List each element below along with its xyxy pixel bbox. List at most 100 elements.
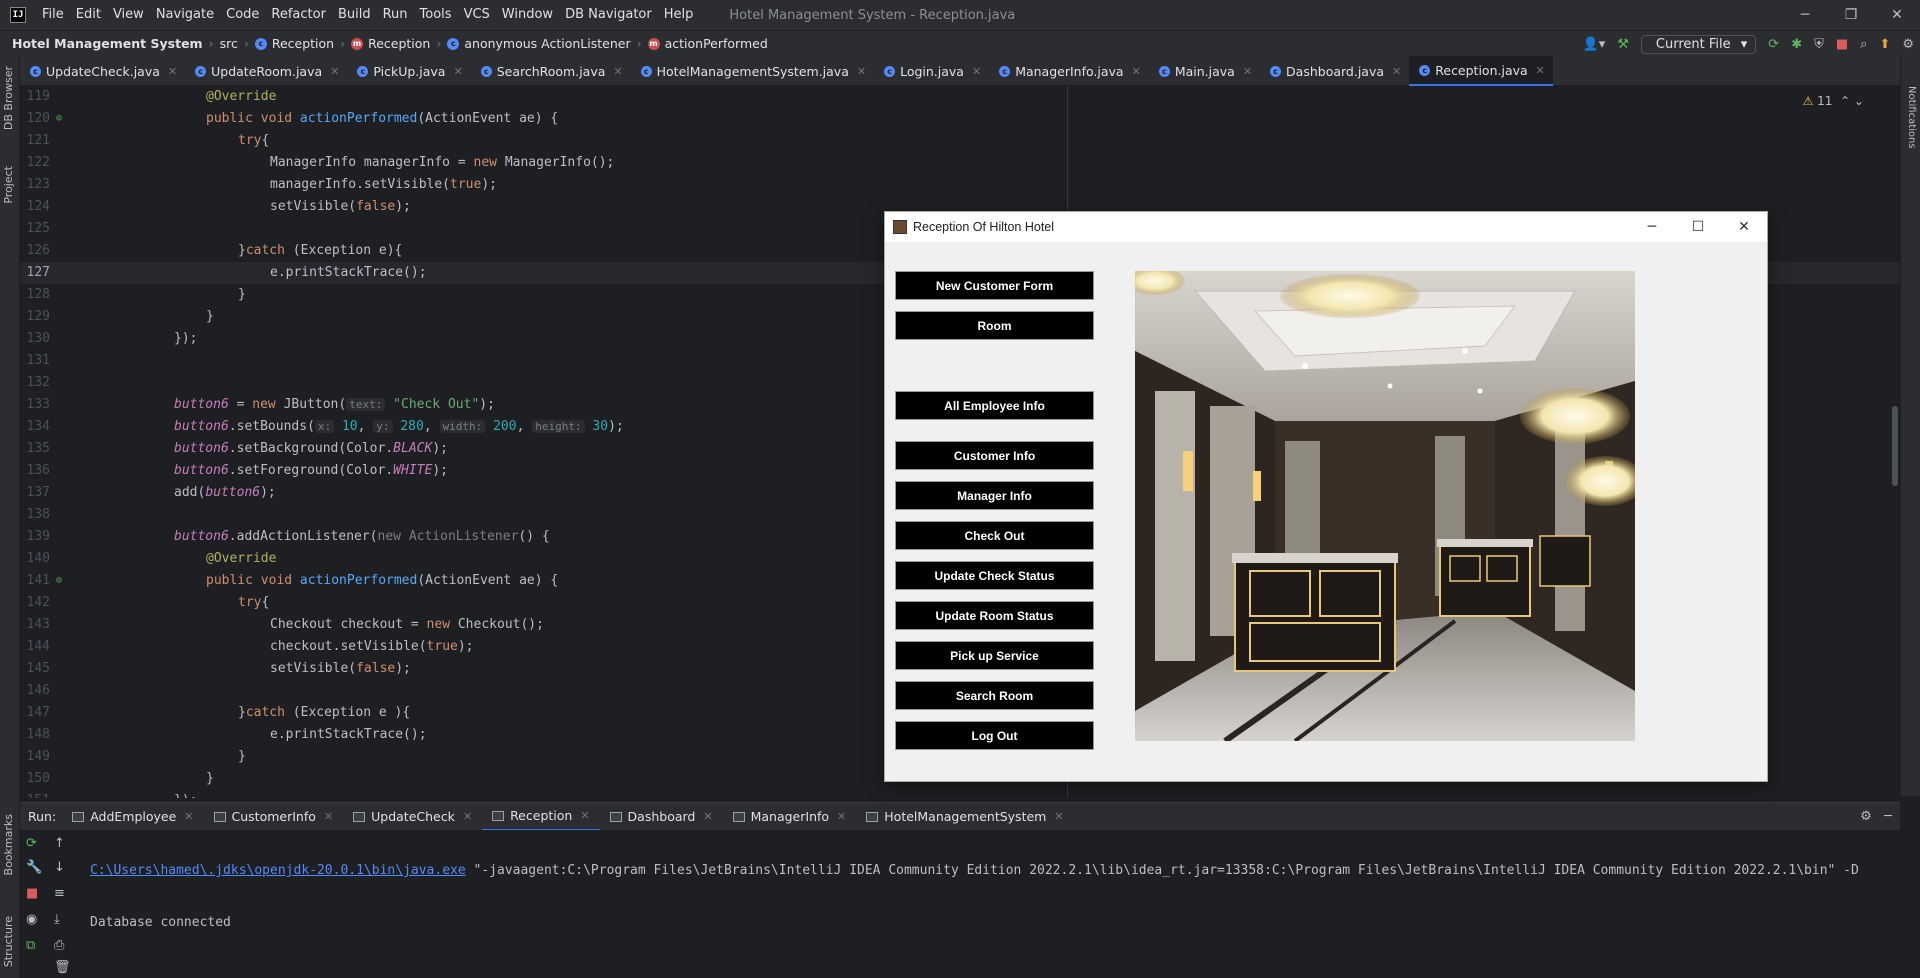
run-tab-hotelmanagementsystem[interactable]: HotelManagementSystem ✕ bbox=[856, 803, 1073, 831]
update-icon[interactable]: ⬆ bbox=[1879, 37, 1890, 52]
tab-updateroom[interactable]: c UpdateRoom.java ✕ bbox=[185, 56, 347, 86]
console-output[interactable]: C:\Users\hamed\.jdks\openjdk-20.0.1\bin\… bbox=[90, 830, 1859, 964]
tab-pickup[interactable]: c PickUp.java ✕ bbox=[347, 56, 470, 86]
manager-info-button[interactable]: Manager Info bbox=[895, 481, 1094, 510]
menu-navigate[interactable]: Navigate bbox=[150, 0, 220, 30]
close-icon[interactable]: ✕ bbox=[1874, 0, 1920, 30]
menu-help[interactable]: Help bbox=[658, 0, 700, 30]
close-tab-icon[interactable]: ✕ bbox=[1132, 65, 1141, 78]
breadcrumb-method[interactable]: actionPerformed bbox=[665, 36, 768, 51]
close-icon[interactable]: ✕ bbox=[1721, 212, 1767, 242]
close-tab-icon[interactable]: ✕ bbox=[857, 65, 866, 78]
settings-icon[interactable]: ⚙ bbox=[1860, 809, 1872, 824]
bookmarks-tool[interactable]: Bookmarks bbox=[2, 814, 15, 875]
menu-run[interactable]: Run bbox=[377, 0, 414, 30]
tab-login[interactable]: c Login.java ✕ bbox=[874, 56, 989, 86]
update-room-status-button[interactable]: Update Room Status bbox=[895, 601, 1094, 630]
close-tab-icon[interactable]: ✕ bbox=[463, 810, 472, 823]
build-hammer-icon[interactable]: ⚒ bbox=[1617, 37, 1629, 52]
menu-build[interactable]: Build bbox=[332, 0, 377, 30]
coverage-icon[interactable]: ⛨ bbox=[1814, 37, 1824, 52]
hide-panel-icon[interactable]: ─ bbox=[1884, 809, 1892, 824]
breadcrumb-anon[interactable]: anonymous ActionListener bbox=[464, 36, 630, 51]
tab-reception[interactable]: c Reception.java ✕ bbox=[1409, 56, 1553, 86]
run-config-dropdown[interactable]: Current File ▾ bbox=[1640, 34, 1757, 54]
menu-view[interactable]: View bbox=[107, 0, 150, 30]
close-tab-icon[interactable]: ✕ bbox=[1054, 810, 1063, 823]
tab-main[interactable]: c Main.java ✕ bbox=[1149, 56, 1260, 86]
tab-managerinfo[interactable]: c ManagerInfo.java ✕ bbox=[989, 56, 1149, 86]
run-tab-customerinfo[interactable]: CustomerInfo ✕ bbox=[204, 803, 344, 831]
stop-icon[interactable]: ■ bbox=[1836, 37, 1848, 52]
close-tab-icon[interactable]: ✕ bbox=[613, 65, 622, 78]
print-icon[interactable]: ⎙ bbox=[54, 938, 64, 953]
close-tab-icon[interactable]: ✕ bbox=[1243, 65, 1252, 78]
rerun-icon[interactable]: ⟳ bbox=[26, 836, 37, 851]
menu-refactor[interactable]: Refactor bbox=[265, 0, 332, 30]
java-path-link[interactable]: C:\Users\hamed\.jdks\openjdk-20.0.1\bin\… bbox=[90, 863, 466, 878]
run-tab-dashboard[interactable]: Dashboard ✕ bbox=[600, 803, 723, 831]
run-tab-updatecheck[interactable]: UpdateCheck ✕ bbox=[343, 803, 482, 831]
trash-icon[interactable]: 🗑 bbox=[54, 960, 71, 975]
intellij-logo-icon[interactable]: IJ bbox=[10, 7, 26, 23]
all-employee-info-button[interactable]: All Employee Info bbox=[895, 391, 1094, 420]
scroll-up-icon[interactable]: ↑ bbox=[54, 836, 65, 851]
menu-tools[interactable]: Tools bbox=[414, 0, 458, 30]
search-room-button[interactable]: Search Room bbox=[895, 681, 1094, 710]
check-out-button[interactable]: Check Out bbox=[895, 521, 1094, 550]
scroll-down-icon[interactable]: ↓ bbox=[54, 860, 65, 875]
menu-edit[interactable]: Edit bbox=[70, 0, 107, 30]
reception-window-titlebar[interactable]: Reception Of Hilton Hotel ─ ☐ ✕ bbox=[885, 212, 1767, 242]
pick-up-service-button[interactable]: Pick up Service bbox=[895, 641, 1094, 670]
breadcrumb-src[interactable]: src bbox=[220, 36, 238, 51]
update-check-status-button[interactable]: Update Check Status bbox=[895, 561, 1094, 590]
override-gutter-icon[interactable]: ⊙ bbox=[56, 570, 62, 592]
stop-icon[interactable]: ■ bbox=[26, 886, 38, 901]
customer-info-button[interactable]: Customer Info bbox=[895, 441, 1094, 470]
tab-hotelmanagementsystem[interactable]: c HotelManagementSystem.java ✕ bbox=[631, 56, 874, 86]
camera-icon[interactable]: ◉ bbox=[26, 912, 37, 927]
restore-layout-icon[interactable]: ⧉ bbox=[26, 938, 35, 953]
close-tab-icon[interactable]: ✕ bbox=[580, 809, 589, 822]
tab-updatecheck[interactable]: c UpdateCheck.java ✕ bbox=[20, 56, 185, 86]
editor-scrollbar[interactable] bbox=[1892, 406, 1898, 486]
room-button[interactable]: Room bbox=[895, 311, 1094, 340]
minimize-icon[interactable]: ─ bbox=[1629, 212, 1675, 242]
minimize-icon[interactable]: ─ bbox=[1782, 0, 1828, 30]
menu-code[interactable]: Code bbox=[220, 0, 265, 30]
wrench-icon[interactable]: 🔧 bbox=[26, 860, 42, 875]
project-tool[interactable]: Project bbox=[2, 166, 15, 204]
close-tab-icon[interactable]: ✕ bbox=[168, 65, 177, 78]
menu-db-navigator[interactable]: DB Navigator bbox=[559, 0, 658, 30]
run-tab-addemployee[interactable]: AddEmployee ✕ bbox=[62, 803, 203, 831]
run-tab-managerinfo[interactable]: ManagerInfo ✕ bbox=[723, 803, 857, 831]
maximize-icon[interactable]: ☐ bbox=[1675, 212, 1721, 242]
structure-tool[interactable]: Structure bbox=[2, 916, 15, 967]
override-gutter-icon[interactable]: ⊙ bbox=[56, 108, 62, 130]
breadcrumb-file[interactable]: Reception bbox=[272, 36, 334, 51]
breadcrumb-class[interactable]: Reception bbox=[368, 36, 430, 51]
menu-file[interactable]: File bbox=[36, 0, 70, 30]
debug-icon[interactable]: ✱ bbox=[1791, 37, 1802, 52]
close-tab-icon[interactable]: ✕ bbox=[324, 810, 333, 823]
user-icon[interactable]: 👤▾ bbox=[1583, 37, 1606, 52]
new-customer-form-button[interactable]: New Customer Form bbox=[895, 271, 1094, 300]
log-out-button[interactable]: Log Out bbox=[895, 721, 1094, 750]
db-browser-tool[interactable]: DB Browser bbox=[2, 66, 15, 130]
close-tab-icon[interactable]: ✕ bbox=[972, 65, 981, 78]
restore-icon[interactable]: ❐ bbox=[1828, 0, 1874, 30]
close-tab-icon[interactable]: ✕ bbox=[1392, 65, 1401, 78]
soft-wrap-icon[interactable]: ≡ bbox=[54, 886, 65, 901]
settings-icon[interactable]: ⚙ bbox=[1902, 37, 1914, 52]
close-tab-icon[interactable]: ✕ bbox=[1536, 64, 1545, 77]
close-tab-icon[interactable]: ✕ bbox=[184, 810, 193, 823]
tab-dashboard[interactable]: c Dashboard.java ✕ bbox=[1260, 56, 1409, 86]
tab-searchroom[interactable]: c SearchRoom.java ✕ bbox=[471, 56, 631, 86]
notifications-tool[interactable]: Notifications bbox=[1906, 86, 1917, 149]
close-tab-icon[interactable]: ✕ bbox=[330, 65, 339, 78]
search-icon[interactable]: ⌕ bbox=[1860, 37, 1867, 52]
scroll-to-end-icon[interactable]: ⤓ bbox=[54, 912, 60, 927]
close-tab-icon[interactable]: ✕ bbox=[837, 810, 846, 823]
rerun-icon[interactable]: ⟳ bbox=[1768, 37, 1779, 52]
run-tab-reception[interactable]: Reception ✕ bbox=[482, 803, 600, 831]
